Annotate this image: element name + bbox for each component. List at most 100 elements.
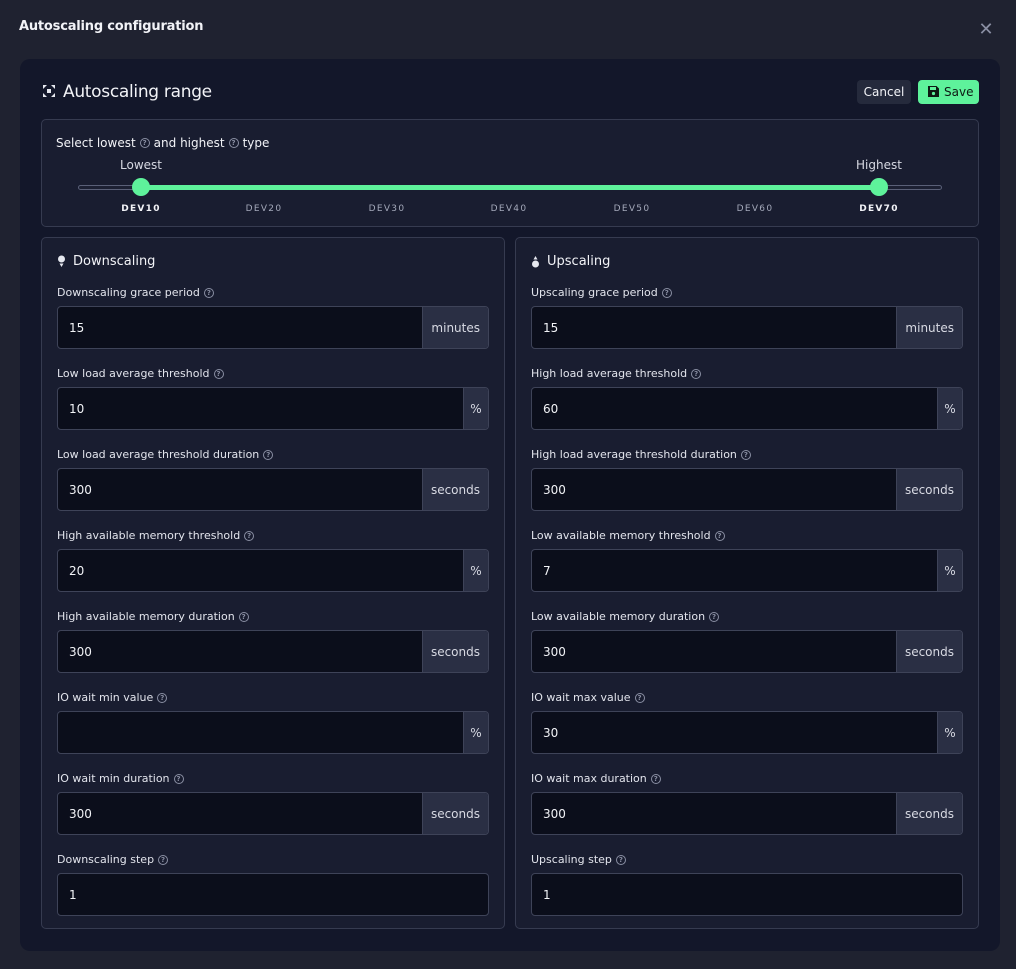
highest-label: Highest [856,158,902,172]
field-label: Low available memory threshold? [531,529,725,542]
input-group: minutes [531,306,963,349]
cancel-button[interactable]: Cancel [857,80,911,104]
number-input[interactable] [58,631,422,672]
slider-tick-label[interactable]: DEV30 [357,204,417,214]
range-label: Select lowest ? and highest ? type [56,136,269,150]
slider-tick-label[interactable]: DEV70 [849,204,909,214]
unit-suffix: seconds [895,469,962,510]
field-label: Upscaling step? [531,853,626,866]
number-input[interactable] [532,631,896,672]
field-label-text: High available memory threshold [57,529,241,542]
number-input[interactable] [532,550,937,591]
help-icon[interactable]: ? [213,368,224,379]
help-icon[interactable]: ? [158,854,169,865]
upscaling-title: Upscaling [547,254,611,269]
unit-suffix: seconds [895,793,962,834]
number-input[interactable] [532,874,962,915]
field-label-text: Downscaling step [57,853,155,866]
help-icon[interactable]: ? [714,530,725,541]
lowest-slider-thumb[interactable] [132,178,150,196]
input-group: seconds [531,792,963,835]
field-label-text: Upscaling grace period [531,286,658,299]
highest-slider-thumb[interactable] [870,178,888,196]
help-icon[interactable]: ? [157,692,168,703]
number-input[interactable] [532,307,897,348]
help-icon[interactable]: ? [228,138,239,148]
input-group: seconds [57,792,489,835]
save-button[interactable]: Save [918,80,979,104]
field-label-text: IO wait min duration [57,772,170,785]
input-group: % [57,711,489,754]
range-label-suffix: type [242,136,270,150]
field-label-text: High load average threshold [531,367,688,380]
unit-suffix: % [463,388,488,429]
field-label: Upscaling grace period? [531,286,672,299]
field-label: High load average threshold? [531,367,702,380]
help-icon[interactable]: ? [661,287,672,298]
unit-suffix: % [463,712,488,753]
slider-tick-label[interactable]: DEV50 [602,204,662,214]
number-input[interactable] [532,469,896,510]
input-group: % [531,549,963,592]
field-label: IO wait min value? [57,691,168,704]
field-label: Low load average threshold duration? [57,448,274,461]
help-icon[interactable]: ? [173,773,184,784]
help-icon[interactable]: ? [650,773,661,784]
slider-tick-label[interactable]: DEV20 [234,204,294,214]
input-group: seconds [531,468,963,511]
field-label: Low available memory duration? [531,610,720,623]
save-button-label: Save [944,85,974,99]
upscaling-header: Upscaling [531,254,610,269]
expand-arrows-icon [43,85,55,97]
field-label: IO wait max value? [531,691,645,704]
downscaling-title: Downscaling [73,254,156,269]
lowest-label: Lowest [120,158,162,172]
input-group [57,873,489,916]
number-input[interactable] [532,388,937,429]
unit-suffix: % [937,712,962,753]
help-icon[interactable]: ? [139,138,150,148]
field-label-text: Downscaling grace period [57,286,200,299]
number-input[interactable] [58,874,488,915]
help-icon[interactable]: ? [263,449,274,460]
slider-tick-label[interactable]: DEV60 [725,204,785,214]
number-input[interactable] [58,793,422,834]
slider-tick-label[interactable]: DEV10 [111,204,171,214]
field-label-text: Upscaling step [531,853,612,866]
slider-fill [142,185,880,190]
number-input[interactable] [58,712,463,753]
close-icon[interactable]: ✕ [976,20,996,40]
field-label-text: Low load average threshold [57,367,210,380]
help-icon[interactable]: ? [634,692,645,703]
help-icon[interactable]: ? [244,530,255,541]
upscaling-section: Upscaling Upscaling grace period? minutes… [515,237,979,929]
panel-header: Autoscaling range Cancel Save [20,59,1000,119]
unit-suffix: seconds [895,631,962,672]
number-input[interactable] [532,712,937,753]
help-icon[interactable]: ? [740,449,751,460]
help-icon[interactable]: ? [615,854,626,865]
field-label: IO wait min duration? [57,772,184,785]
field-label: Low load average threshold? [57,367,224,380]
field-label: High available memory duration? [57,610,249,623]
autoscaling-panel: Autoscaling range Cancel Save Select low… [20,59,1000,951]
number-input[interactable] [58,388,463,429]
help-icon[interactable]: ? [709,611,720,622]
number-input[interactable] [58,550,463,591]
range-label-middle: and highest [153,136,225,150]
help-icon[interactable]: ? [691,368,702,379]
field-label-text: High available memory duration [57,610,235,623]
unit-suffix: seconds [421,469,488,510]
number-input[interactable] [58,469,422,510]
help-icon[interactable]: ? [203,287,214,298]
field-label: Downscaling grace period? [57,286,214,299]
floppy-disk-icon [928,86,939,97]
field-label-text: Low load average threshold duration [57,448,260,461]
slider-tick-label[interactable]: DEV40 [479,204,539,214]
number-input[interactable] [532,793,896,834]
field-label-text: IO wait max value [531,691,631,704]
number-input[interactable] [58,307,423,348]
help-icon[interactable]: ? [238,611,249,622]
unit-suffix: minutes [896,307,962,348]
field-label-text: Low available memory duration [531,610,706,623]
